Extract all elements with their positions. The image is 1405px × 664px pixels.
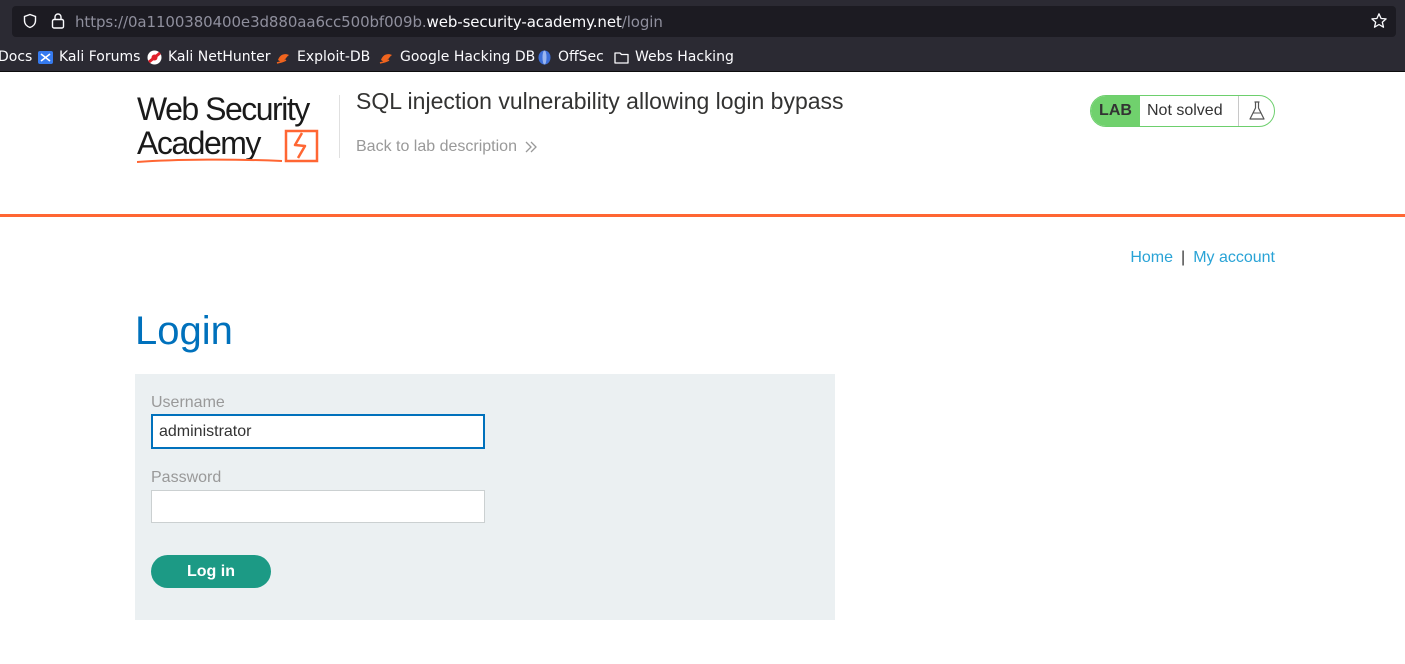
nav-separator: | [1181,249,1186,266]
header-divider [339,95,340,158]
folder-icon [614,51,629,64]
page-title: Login [135,309,233,353]
bookmark-kali-forums[interactable]: Kali Forums [38,48,140,66]
bookmark-kali-nethunter[interactable]: Kali NetHunter [147,48,270,66]
url-text[interactable]: https://0a1100380400e3d880aa6cc500bf009b… [75,13,663,31]
password-input[interactable] [151,490,485,523]
url-path: /login [621,13,663,31]
nav-my-account-link[interactable]: My account [1193,249,1275,266]
bookmark-label: Exploit-DB [297,49,371,65]
lab-status-badge: LAB Not solved [1090,95,1275,127]
offsec-icon [538,50,551,64]
bookmark-star-icon[interactable] [1370,12,1388,30]
lab-badge-label: LAB [1091,96,1140,126]
back-link-label: Back to lab description [356,138,517,155]
header-rule [0,214,1405,217]
flask-icon [1239,96,1274,126]
nav-home-link[interactable]: Home [1130,249,1173,266]
double-chevron-right-icon [525,141,537,153]
address-bar[interactable]: https://0a1100380400e3d880aa6cc500bf009b… [12,6,1396,37]
logo-line1: Web Security [137,93,310,127]
url-host: web-security-academy.net [426,13,622,31]
bookmark-label: Webs Hacking [635,49,734,65]
bookmark-exploit-db[interactable]: Exploit-DB [276,48,370,66]
ghdb-icon [379,53,392,64]
bookmark-label: Kali NetHunter [168,49,271,65]
logo-line2: Academy [137,125,261,161]
lock-icon[interactable] [50,12,66,30]
lab-title: SQL injection vulnerability allowing log… [356,88,844,114]
web-security-academy-logo[interactable]: Web Security Academy [137,93,337,168]
bookmark-folder-webs-hacking[interactable]: Webs Hacking [614,48,734,66]
browser-toolbar: https://0a1100380400e3d880aa6cc500bf009b… [0,0,1405,42]
url-prefix: https://0a1100380400e3d880aa6cc500bf009b… [75,13,427,31]
bookmark-label: Docs [0,49,33,65]
bookmark-label: Google Hacking DB [400,49,536,65]
login-button[interactable]: Log in [151,555,271,588]
login-form: Username Password Log in [135,374,835,620]
bookmark-label: OffSec [558,49,604,65]
kali-nethunter-icon [147,50,162,64]
username-input[interactable] [151,414,485,449]
bookmark-offsec[interactable]: OffSec [537,48,604,66]
top-nav: Home | My account [1130,249,1275,267]
bookmark-docs[interactable]: Docs [0,48,32,66]
password-label: Password [151,469,222,486]
bookmark-google-hacking-db[interactable]: Google Hacking DB [379,48,535,66]
bookmark-label: Kali Forums [59,49,141,65]
shield-icon[interactable] [22,13,38,29]
bookmarks-bar: Docs Kali Forums Kali NetHunter Exploit-… [0,42,1405,72]
exploit-db-icon [276,53,289,64]
username-label: Username [151,394,225,411]
kali-forums-icon [38,50,53,64]
back-to-lab-description-link[interactable]: Back to lab description [356,138,537,156]
lab-status-text: Not solved [1140,96,1239,126]
